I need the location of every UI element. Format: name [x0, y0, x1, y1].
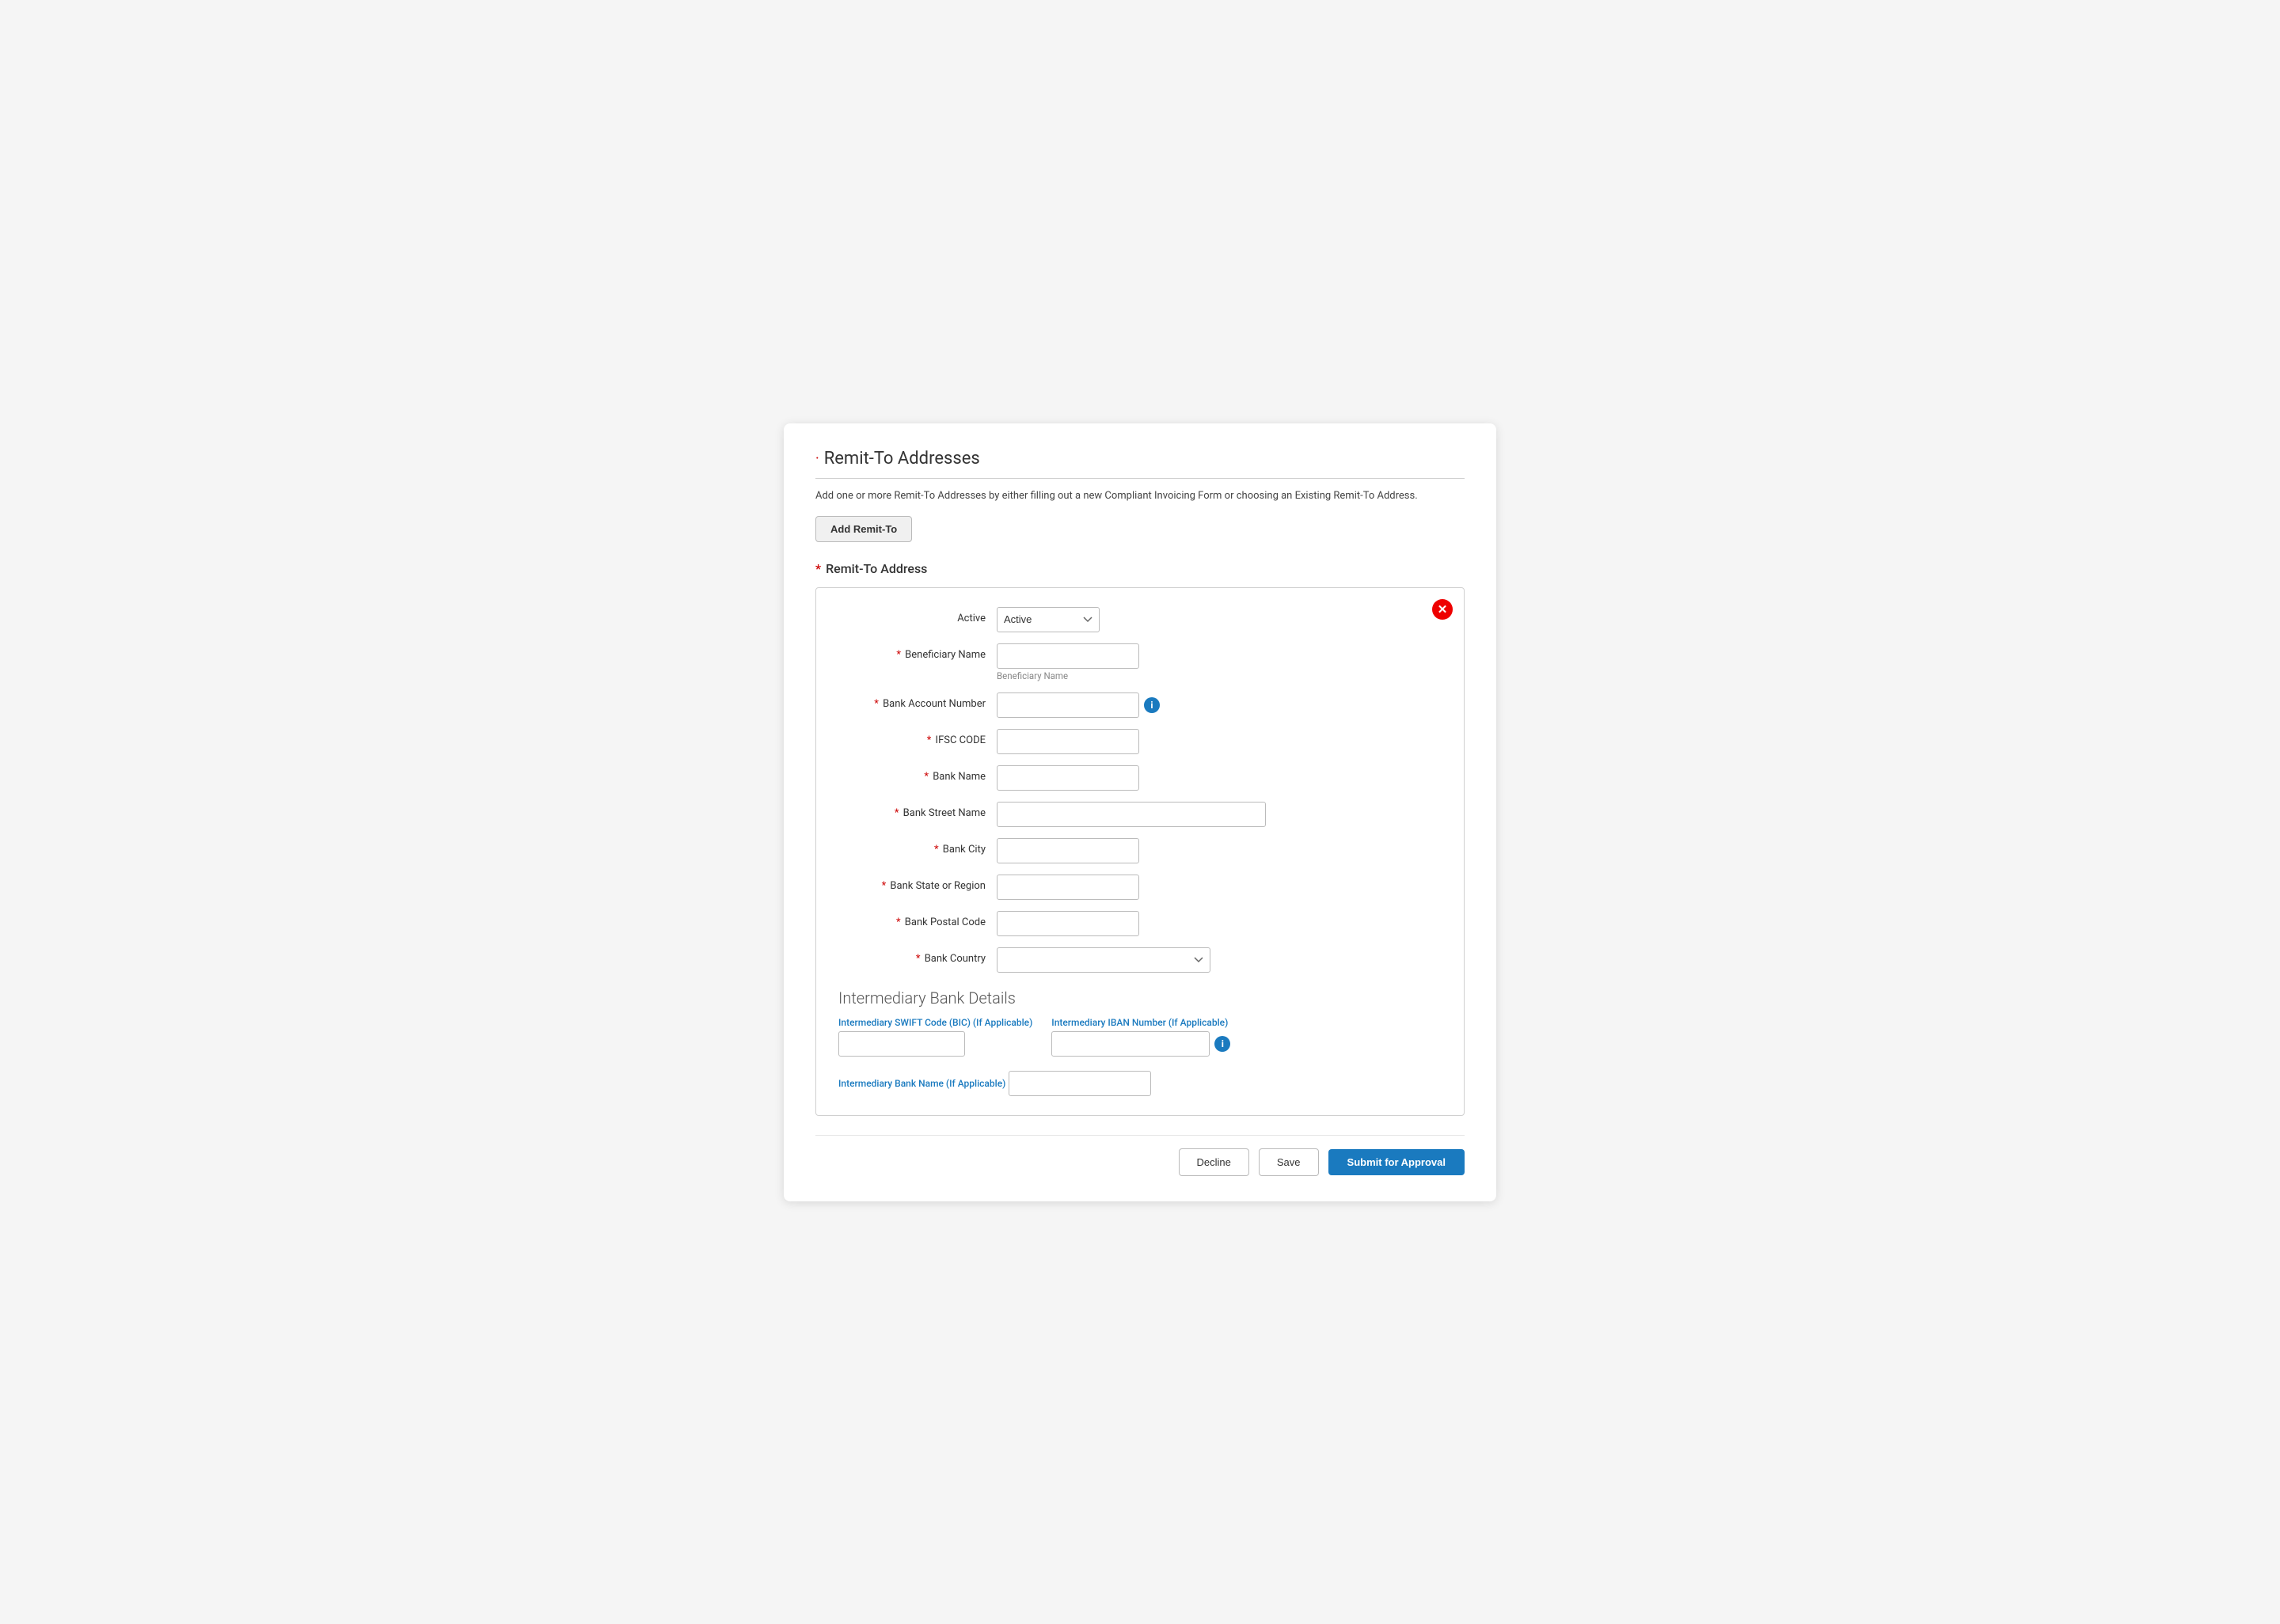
- bank-postal-code-input[interactable]: [997, 911, 1139, 936]
- close-button[interactable]: ✕: [1432, 599, 1453, 620]
- bank-name-label: * Bank Name: [838, 765, 997, 784]
- bank-name-input[interactable]: [997, 765, 1139, 791]
- intermediary-iban-input[interactable]: [1051, 1031, 1210, 1057]
- bank-state-label: * Bank State or Region: [838, 875, 997, 894]
- active-row: Active Active Inactive: [838, 607, 1442, 632]
- section-req-star: *: [815, 561, 821, 576]
- bank-street-name-row: * Bank Street Name: [838, 802, 1442, 827]
- intermediary-iban-info-icon[interactable]: i: [1214, 1036, 1230, 1052]
- ifsc-code-input[interactable]: [997, 729, 1139, 754]
- bank-country-select[interactable]: [997, 947, 1210, 973]
- intermediary-swift-field: Intermediary SWIFT Code (BIC) (If Applic…: [838, 1017, 1032, 1057]
- save-button[interactable]: Save: [1259, 1148, 1319, 1176]
- active-select[interactable]: Active Inactive: [997, 607, 1100, 632]
- bank-country-row: * Bank Country: [838, 947, 1442, 973]
- bank-account-info-icon[interactable]: i: [1144, 697, 1160, 713]
- beneficiary-name-row: * Beneficiary Name Beneficiary Name: [838, 643, 1442, 681]
- title-dot: ·: [815, 450, 819, 467]
- beneficiary-name-field-group: Beneficiary Name: [997, 643, 1139, 681]
- intermediary-section: Intermediary Bank Details Intermediary S…: [838, 988, 1442, 1096]
- section-title: * Remit-To Address: [815, 561, 1465, 576]
- page-title: · Remit-To Addresses: [815, 449, 1465, 469]
- intermediary-iban-label: Intermediary IBAN Number (If Applicable): [1051, 1017, 1230, 1028]
- decline-button[interactable]: Decline: [1179, 1148, 1249, 1176]
- ifsc-code-label: * IFSC CODE: [838, 729, 997, 748]
- intermediary-bank-name-field: Intermediary Bank Name (If Applicable): [838, 1068, 1442, 1096]
- bank-name-row: * Bank Name: [838, 765, 1442, 791]
- active-select-wrapper: Active Inactive: [997, 607, 1100, 632]
- bank-postal-code-row: * Bank Postal Code: [838, 911, 1442, 936]
- beneficiary-name-input[interactable]: [997, 643, 1139, 669]
- bank-city-input[interactable]: [997, 838, 1139, 863]
- bank-account-number-input[interactable]: [997, 692, 1139, 718]
- intermediary-swift-iban-row: Intermediary SWIFT Code (BIC) (If Applic…: [838, 1017, 1442, 1057]
- intermediary-swift-label: Intermediary SWIFT Code (BIC) (If Applic…: [838, 1017, 1032, 1028]
- active-label: Active: [838, 607, 997, 626]
- bank-country-label: * Bank Country: [838, 947, 997, 966]
- intermediary-swift-input[interactable]: [838, 1031, 965, 1057]
- close-icon: ✕: [1438, 602, 1448, 617]
- remit-to-form-card: ✕ Active Active Inactive * Beneficiary N…: [815, 587, 1465, 1116]
- bank-state-row: * Bank State or Region: [838, 875, 1442, 900]
- bank-account-number-label: * Bank Account Number: [838, 692, 997, 711]
- bank-city-label: * Bank City: [838, 838, 997, 857]
- ifsc-code-row: * IFSC CODE: [838, 729, 1442, 754]
- intermediary-section-title: Intermediary Bank Details: [838, 988, 1442, 1007]
- bank-state-input[interactable]: [997, 875, 1139, 900]
- bank-account-input-group: i: [997, 692, 1160, 718]
- intermediary-iban-input-group: i: [1051, 1031, 1230, 1057]
- intermediary-bank-name-label: Intermediary Bank Name (If Applicable): [838, 1078, 1005, 1089]
- footer-bar: Decline Save Submit for Approval: [815, 1135, 1465, 1176]
- bank-account-number-row: * Bank Account Number i: [838, 692, 1442, 718]
- page-subtitle: Add one or more Remit-To Addresses by ei…: [815, 490, 1465, 502]
- intermediary-iban-field: Intermediary IBAN Number (If Applicable)…: [1051, 1017, 1230, 1057]
- submit-for-approval-button[interactable]: Submit for Approval: [1328, 1149, 1465, 1175]
- add-remit-button[interactable]: Add Remit-To: [815, 516, 912, 542]
- bank-city-row: * Bank City: [838, 838, 1442, 863]
- bank-street-name-input[interactable]: [997, 802, 1266, 827]
- beneficiary-name-hint: Beneficiary Name: [997, 670, 1139, 681]
- title-divider: [815, 478, 1465, 479]
- bank-postal-code-label: * Bank Postal Code: [838, 911, 997, 930]
- beneficiary-name-label: * Beneficiary Name: [838, 643, 997, 662]
- bank-street-name-label: * Bank Street Name: [838, 802, 997, 821]
- intermediary-bank-name-input[interactable]: [1009, 1071, 1151, 1096]
